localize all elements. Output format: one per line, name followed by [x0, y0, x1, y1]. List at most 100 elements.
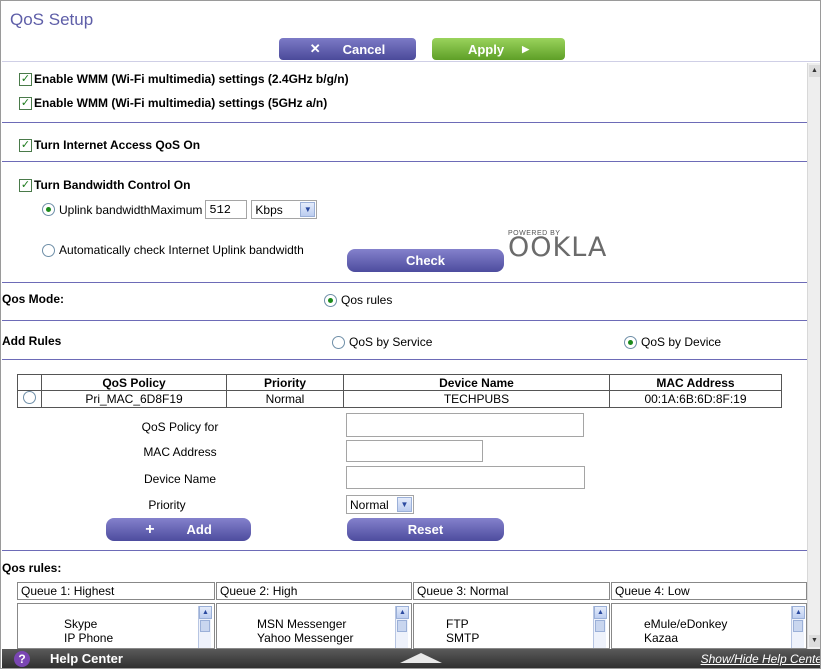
scroll-up-icon[interactable]: ▲ — [199, 606, 212, 619]
table-row[interactable]: Pri_MAC_6D8F19 Normal TECHPUBS 00:1A:6B:… — [17, 390, 782, 408]
priority-label: Priority — [148, 498, 186, 512]
policy-label: QoS Policy for — [141, 420, 219, 434]
auto-check-row: Automatically check Internet Uplink band… — [42, 243, 304, 257]
queue-3-scrollbar[interactable]: ▲ — [593, 606, 607, 648]
scroll-up-icon[interactable]: ▲ — [594, 606, 607, 619]
policy-cell: Pri_MAC_6D8F19 — [41, 390, 227, 408]
scroll-down-icon[interactable]: ▼ — [809, 635, 820, 647]
wmm-24-label: Enable WMM (Wi-Fi multimedia) settings (… — [34, 72, 349, 86]
qos-rules-label: Qos rules — [341, 293, 393, 307]
queue-2-scrollbar[interactable]: ▲ — [395, 606, 409, 648]
settings-panel: ✓ Enable WMM (Wi-Fi multimedia) settings… — [2, 63, 807, 649]
column-header-mac: MAC Address — [609, 374, 782, 391]
chevron-down-icon: ▼ — [397, 497, 412, 512]
queue-1-list[interactable]: Skype IP Phone ▲ — [17, 603, 215, 649]
column-header-priority: Priority — [226, 374, 344, 391]
list-item[interactable]: Skype — [64, 617, 97, 631]
cancel-label: Cancel — [342, 41, 386, 57]
internet-qos-checkbox[interactable]: ✓ — [19, 138, 32, 152]
queue-4-scrollbar[interactable]: ▲ — [791, 606, 805, 648]
close-icon: ✕ — [309, 41, 321, 56]
mac-cell: 00:1A:6B:6D:8F:19 — [609, 390, 782, 408]
bandwidth-checkbox[interactable]: ✓ — [19, 178, 32, 192]
reset-label: Reset — [407, 522, 444, 537]
by-device-option: QoS by Device — [624, 335, 721, 349]
scroll-up-icon[interactable]: ▲ — [396, 606, 409, 619]
divider — [2, 122, 807, 123]
help-icon[interactable]: ? — [14, 651, 30, 667]
policy-input[interactable] — [346, 413, 584, 437]
auto-check-label: Automatically check Internet Uplink band… — [59, 243, 304, 257]
uplink-label: Uplink bandwidthMaximum — [59, 202, 203, 217]
page-title: QoS Setup — [10, 10, 94, 29]
queue-1-scrollbar[interactable]: ▲ — [198, 606, 212, 648]
column-header-device: Device Name — [343, 374, 610, 391]
mac-label: MAC Address — [143, 445, 217, 459]
divider — [2, 282, 807, 283]
by-device-radio[interactable] — [624, 335, 637, 349]
add-button[interactable]: + Add — [106, 518, 251, 541]
queue-4-list[interactable]: eMule/eDonkey Kazaa ▲ — [611, 603, 807, 649]
list-item[interactable]: IP Phone — [64, 631, 113, 645]
device-label: Device Name — [143, 472, 217, 486]
divider — [2, 161, 807, 162]
list-item[interactable]: Yahoo Messenger — [257, 631, 354, 645]
mac-input[interactable] — [346, 440, 483, 462]
ookla-logo: POWERED BY OOKLA — [508, 230, 607, 261]
scroll-thumb[interactable] — [595, 620, 605, 632]
wmm-5-label: Enable WMM (Wi-Fi multimedia) settings (… — [34, 96, 328, 110]
scroll-up-icon[interactable]: ▲ — [809, 65, 820, 77]
internet-qos-label: Turn Internet Access QoS On — [34, 138, 201, 152]
queue-4-header: Queue 4: Low — [611, 582, 807, 600]
header-bar: QoS Setup ✕ Cancel Apply ▶ — [2, 2, 820, 62]
list-item[interactable]: MSN Messenger — [257, 617, 346, 631]
queue-3-list[interactable]: FTP SMTP ▲ — [413, 603, 610, 649]
list-item[interactable]: eMule/eDonkey — [644, 617, 727, 631]
priority-cell: Normal — [226, 390, 344, 408]
check-button[interactable]: Check — [347, 249, 504, 272]
row-select-cell — [17, 390, 42, 408]
queue-1-header: Queue 1: Highest — [17, 582, 215, 600]
chevron-down-icon: ▼ — [300, 202, 316, 217]
queue-2-header: Queue 2: High — [216, 582, 412, 600]
by-service-radio[interactable] — [332, 335, 345, 349]
row-select-radio[interactable] — [23, 391, 36, 404]
unit-select[interactable]: Kbps ▼ — [251, 200, 318, 219]
by-device-label: QoS by Device — [641, 335, 722, 349]
play-arrow-icon: ▶ — [522, 43, 530, 54]
scroll-thumb[interactable] — [200, 620, 210, 632]
cancel-button[interactable]: ✕ Cancel — [279, 38, 416, 60]
apply-button[interactable]: Apply ▶ — [432, 38, 565, 60]
list-item[interactable]: Kazaa — [644, 631, 678, 645]
unit-value: Kbps — [255, 202, 283, 217]
page-scrollbar[interactable]: ▲ ▼ — [807, 63, 820, 649]
bandwidth-label: Turn Bandwidth Control On — [34, 178, 191, 192]
bandwidth-row: ✓ Turn Bandwidth Control On — [19, 178, 190, 192]
by-service-label: QoS by Service — [349, 335, 433, 349]
list-item[interactable]: SMTP — [446, 631, 479, 645]
help-center-bar: ? Help Center Show/Hide Help Center — [2, 649, 820, 668]
qos-setup-window: QoS Setup ✕ Cancel Apply ▶ ✓ Enable WMM … — [0, 0, 821, 669]
scroll-thumb[interactable] — [793, 620, 803, 632]
help-center-label: Help Center — [50, 651, 123, 666]
uplink-input[interactable]: 512 — [205, 200, 248, 219]
queues-title: Qos rules: — [2, 561, 62, 575]
uplink-radio[interactable] — [42, 203, 55, 216]
wmm-5-checkbox[interactable]: ✓ — [19, 96, 32, 110]
queue-2-list[interactable]: MSN Messenger Yahoo Messenger ▲ — [216, 603, 412, 649]
qos-mode-option: Qos rules — [324, 293, 392, 307]
wmm-24-row: ✓ Enable WMM (Wi-Fi multimedia) settings… — [19, 72, 349, 86]
scroll-up-icon[interactable]: ▲ — [792, 606, 805, 619]
auto-check-radio[interactable] — [42, 243, 55, 257]
priority-select[interactable]: Normal ▼ — [346, 495, 414, 514]
add-label: Add — [186, 522, 212, 537]
expand-arrow-icon[interactable] — [400, 653, 442, 663]
wmm-24-checkbox[interactable]: ✓ — [19, 72, 32, 86]
show-hide-help-link[interactable]: Show/Hide Help Center — [701, 652, 820, 666]
scroll-thumb[interactable] — [397, 620, 407, 632]
reset-button[interactable]: Reset — [347, 518, 504, 541]
device-input[interactable] — [346, 466, 585, 489]
device-cell: TECHPUBS — [343, 390, 610, 408]
list-item[interactable]: FTP — [446, 617, 469, 631]
qos-rules-radio[interactable] — [324, 293, 337, 307]
